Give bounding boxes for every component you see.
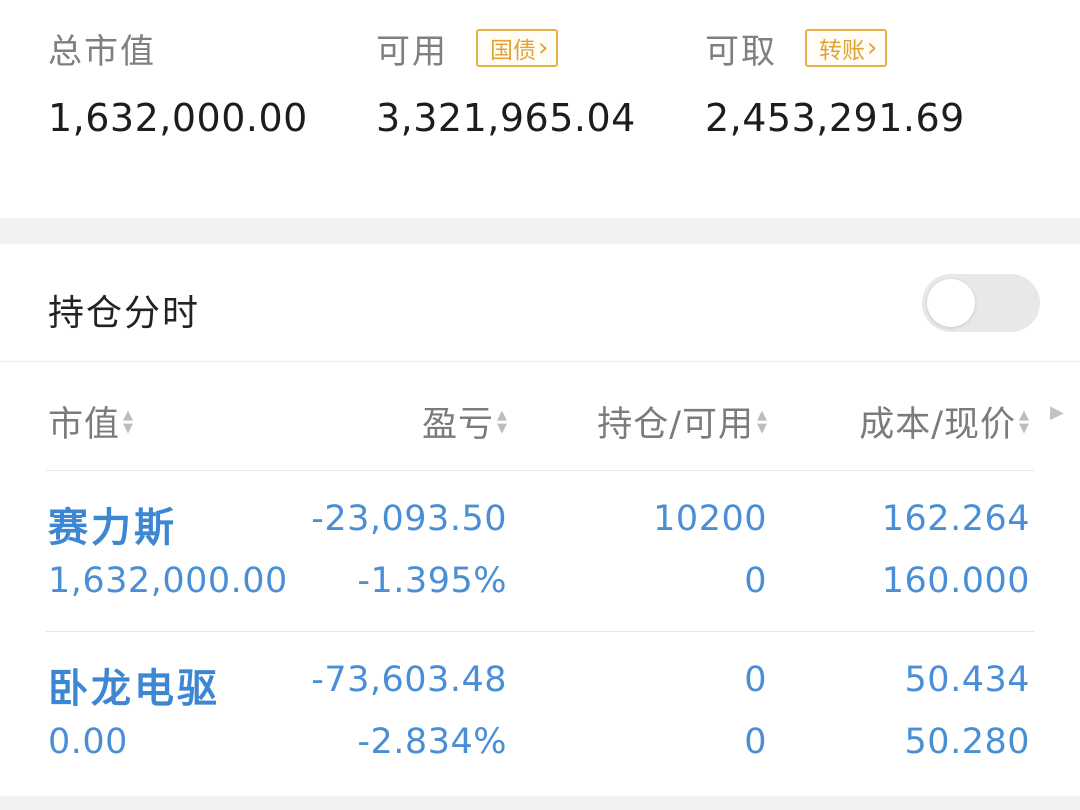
withdrawable-amount: 2,453,291.69 [705,96,965,140]
withdrawable-label: 可取 [705,31,777,72]
section-divider [0,218,1080,244]
chevron-right-icon: › [538,33,549,63]
section-divider [0,796,1080,810]
position-timing-label: 持仓分时 [48,293,201,334]
transfer-button[interactable]: 转账 › [805,29,888,67]
market-value: 1,632,000.00 [48,561,288,601]
column-header-label: 盈亏 [421,405,494,445]
cost-price: 50.434 [904,660,1030,700]
total-market-value-amount: 1,632,000.00 [48,96,308,140]
stock-name: 卧龙电驱 [48,666,220,712]
current-price: 160.000 [881,561,1030,601]
column-header-label: 持仓/可用 [597,405,754,445]
column-header-label: 成本/现价 [859,405,1016,445]
switch-knob [927,279,975,327]
withdrawable-funds: 可取 转账 › 2,453,291.69 [705,26,965,140]
available-qty: 0 [744,722,767,762]
pnl-percent: -1.395% [357,561,507,601]
account-summary: 总市值 1,632,000.00 可用 国债 › 3,321,965.04 可取… [0,0,1080,218]
position-timing-row: 持仓分时 [0,244,1080,362]
sort-icon: ▲ ▼ [123,407,135,436]
market-value: 0.00 [48,722,128,762]
transfer-button-label: 转账 [819,38,865,64]
available-qty: 0 [744,561,767,601]
column-header-position[interactable]: 持仓/可用 ▲ ▼ [597,396,768,447]
position-qty: 10200 [653,499,767,539]
sort-icon: ▲ ▼ [1019,407,1030,436]
holdings-table-header: 市值 ▲ ▼ 盈亏 ▲ ▼ 持仓/可用 ▲ ▼ 成本/现价 ▲ ▼ ▶ [0,362,1080,470]
treasury-bond-button[interactable]: 国债 › [476,29,559,67]
total-market-value-label: 总市值 [48,31,156,72]
sort-icon: ▲ ▼ [757,407,768,436]
sort-icon: ▲ ▼ [497,407,508,436]
column-header-market-value[interactable]: 市值 ▲ ▼ [48,396,134,447]
treasury-bond-button-label: 国债 [490,38,536,64]
table-row[interactable]: 赛力斯 1,632,000.00 -23,093.50 -1.395% 1020… [0,471,1080,631]
chevron-right-icon: › [867,33,878,63]
column-header-label: 市值 [48,405,121,445]
position-timing-switch[interactable] [922,274,1040,332]
available-label: 可用 [376,31,448,72]
cost-price: 162.264 [881,499,1030,539]
available-amount: 3,321,965.04 [376,96,636,140]
total-market-value: 总市值 1,632,000.00 [48,26,308,141]
available-funds: 可用 国债 › 3,321,965.04 [376,26,636,140]
position-qty: 0 [744,660,767,700]
column-header-pnl[interactable]: 盈亏 ▲ ▼ [422,396,508,447]
pnl-percent: -2.834% [357,722,507,762]
column-header-cost-price[interactable]: 成本/现价 ▲ ▼ [859,396,1030,447]
table-row[interactable]: 卧龙电驱 0.00 -73,603.48 -2.834% 0 0 50.434 … [0,632,1080,792]
stock-name: 赛力斯 [48,505,177,551]
pnl-amount: -23,093.50 [311,499,507,539]
pnl-amount: -73,603.48 [311,660,507,700]
scroll-right-icon[interactable]: ▶ [1050,402,1064,423]
current-price: 50.280 [904,722,1030,762]
